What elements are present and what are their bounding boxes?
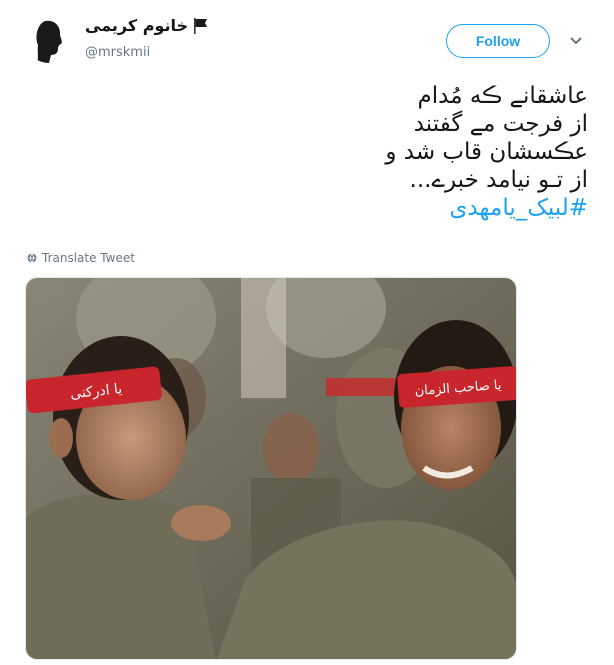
tweet-line: عاشقانے ڪه مُدام	[417, 83, 588, 109]
display-name[interactable]: خانوم کریمی	[85, 16, 188, 35]
photo-two-boys-headbands: یا ادرکنی یا صاحب الزمان	[26, 278, 516, 659]
user-handle[interactable]: @mrskmii	[85, 45, 150, 60]
tweet-line: عڪسشان قاب شد و	[385, 139, 588, 165]
globe-icon	[27, 253, 37, 263]
tweet-photo[interactable]: یا ادرکنی یا صاحب الزمان	[25, 277, 517, 660]
tweet-line: از تـو نیامد خبرے...	[409, 167, 588, 193]
tweet-text: عاشقانے ڪه مُدام از فرجت مے گفتند عڪسشان…	[148, 82, 588, 222]
translate-label: Translate Tweet	[42, 251, 135, 265]
tweet-card: خانوم کریمی @mrskmii Follow عاشقانے ڪه م…	[0, 0, 614, 665]
avatar-silhouette-icon	[25, 15, 73, 63]
black-flag-icon	[194, 17, 208, 34]
avatar[interactable]	[25, 15, 73, 63]
user-name-row: خانوم کریمی	[85, 16, 210, 35]
hashtag-link[interactable]: #لبیک_یامهدی	[148, 194, 588, 222]
chevron-down-icon[interactable]	[569, 36, 583, 46]
follow-button[interactable]: Follow	[446, 24, 550, 58]
tweet-line: از فرجت مے گفتند	[413, 111, 588, 137]
translate-tweet-link[interactable]: Translate Tweet	[27, 251, 135, 265]
